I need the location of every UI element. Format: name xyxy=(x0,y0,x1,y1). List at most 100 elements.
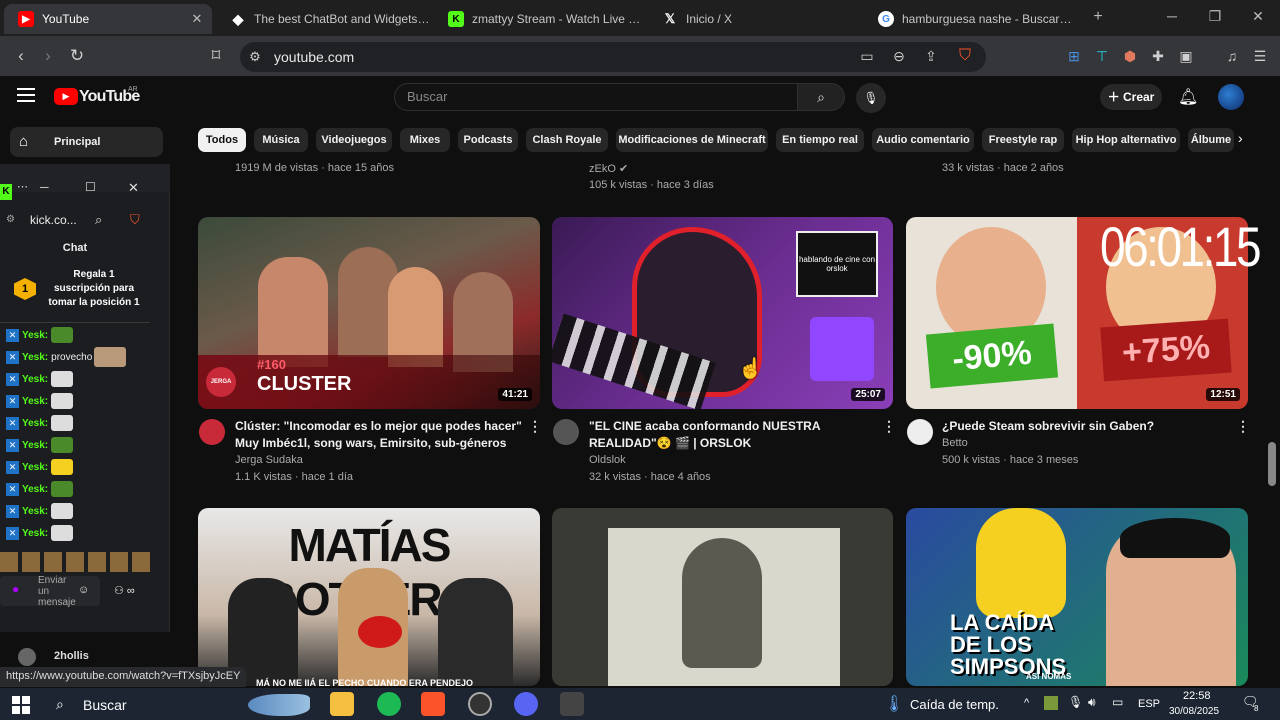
close-icon[interactable]: ✕ xyxy=(128,180,139,196)
video-thumbnail[interactable]: JERGA #160 CLUSTER 41:21 xyxy=(198,217,540,409)
cast-icon[interactable]: ▭ xyxy=(855,44,879,68)
emote-bar[interactable] xyxy=(0,552,150,572)
chip-freestyle-rap[interactable]: Freestyle rap xyxy=(982,128,1064,152)
app-icon[interactable] xyxy=(560,692,584,716)
chip-audio-comentario[interactable]: Audio comentario xyxy=(872,128,974,152)
maximize-icon[interactable]: ☐ xyxy=(85,180,96,194)
clock-date[interactable]: 30/08/2025 xyxy=(1169,706,1219,717)
tab-youtube[interactable]: ▶ YouTube ✕ xyxy=(4,4,212,34)
brave-icon[interactable] xyxy=(421,692,445,716)
search-icon[interactable]: ⌕ xyxy=(56,696,64,713)
taskbar-search-label[interactable]: Buscar xyxy=(83,697,127,713)
hamburger-icon[interactable] xyxy=(17,88,35,102)
video-thumbnail[interactable] xyxy=(552,508,893,686)
sidebar-icon[interactable]: ▣ xyxy=(1174,44,1198,68)
avatar[interactable] xyxy=(18,648,36,666)
scrollbar-thumb[interactable] xyxy=(1268,442,1276,486)
forward-icon[interactable]: › xyxy=(36,44,60,68)
chip-mixes[interactable]: Mixes xyxy=(400,128,450,152)
tab-x[interactable]: 𝕏 Inicio / X xyxy=(648,4,860,34)
chip-minecraft[interactable]: Modificaciones de Minecraft xyxy=(616,128,768,152)
video-thumbnail[interactable]: hablando de cine con orslok 25:07 xyxy=(552,217,893,409)
network-icon[interactable]: ▭ xyxy=(1112,695,1123,709)
tray-icon[interactable] xyxy=(1044,696,1058,710)
shark-decoration xyxy=(248,694,310,716)
minimize-icon[interactable]: ─ xyxy=(1162,8,1182,28)
more-options-icon[interactable]: ⋮ xyxy=(1236,418,1250,435)
settings-icon[interactable]: ⚇ ∞ xyxy=(114,584,135,597)
channel-avatar[interactable] xyxy=(907,419,933,445)
back-icon[interactable]: ‹ xyxy=(9,44,33,68)
chip-clash-royale[interactable]: Clash Royale xyxy=(526,128,608,152)
menu-icon[interactable]: ☰ xyxy=(1248,44,1272,68)
media-icon[interactable]: ♫ xyxy=(1220,44,1244,68)
volume-icon[interactable]: 🔊︎ xyxy=(1088,695,1096,710)
tab-kick[interactable]: K zmattyy Stream - Watch Live on K xyxy=(434,4,644,34)
tab-streamelements[interactable]: ◆ The best ChatBot and Widgets for xyxy=(216,4,430,34)
voice-search-button[interactable]: 🎙 xyxy=(856,83,886,113)
extension-icon[interactable]: ⊤ xyxy=(1090,44,1114,68)
windows-start-icon[interactable] xyxy=(12,696,30,714)
emoji-icon[interactable]: ☺ xyxy=(78,584,89,596)
weather-text[interactable]: Caída de temp. xyxy=(910,697,999,712)
close-icon[interactable]: ✕ xyxy=(188,11,206,27)
channel-avatar[interactable] xyxy=(199,419,225,445)
chevron-up-icon[interactable]: ^ xyxy=(1024,697,1029,709)
search-icon[interactable]: ⌕ xyxy=(95,212,102,228)
extensions-puzzle-icon[interactable]: ✚ xyxy=(1146,44,1170,68)
minimize-icon[interactable]: ─ xyxy=(40,180,49,194)
discord-icon[interactable] xyxy=(514,692,538,716)
channel-name[interactable]: zEkO ✔ xyxy=(589,162,628,175)
chevron-right-icon[interactable]: › xyxy=(1238,130,1243,146)
more-options-icon[interactable]: ⋮ xyxy=(882,418,896,435)
extension-icon[interactable]: ⬢ xyxy=(1118,44,1142,68)
video-thumbnail[interactable]: MATÍAS BOTTERO MÁ NO ME IIÁ EL PECHO CUA… xyxy=(198,508,540,686)
brave-shields-icon[interactable]: ⛉ xyxy=(130,212,140,228)
window-close-icon[interactable]: ✕ xyxy=(1248,8,1268,28)
language-indicator[interactable]: ESP xyxy=(1138,698,1160,710)
viewer-name[interactable]: 2hollis xyxy=(54,650,89,662)
create-button[interactable]: ＋ Crear xyxy=(1100,84,1162,110)
obs-icon[interactable] xyxy=(468,692,492,716)
brave-shields-icon[interactable]: ⛉ xyxy=(953,44,977,68)
microphone-icon[interactable]: ● xyxy=(12,582,19,596)
clock-time[interactable]: 22:58 xyxy=(1183,690,1211,702)
translate-icon[interactable]: ⊞ xyxy=(1062,44,1086,68)
reload-icon[interactable]: ↻ xyxy=(65,44,89,68)
chip-videojuegos[interactable]: Videojuegos xyxy=(316,128,392,152)
video-title[interactable]: "EL CINE acaba conformando NUESTRA REALID… xyxy=(589,418,821,452)
chip-podcasts[interactable]: Podcasts xyxy=(458,128,518,152)
gift-sub-prompt[interactable]: Regala 1 suscripción para tomar la posic… xyxy=(44,268,144,310)
channel-avatar[interactable] xyxy=(553,419,579,445)
bookmark-icon[interactable]: ⌑ xyxy=(204,44,228,68)
microphone-icon[interactable]: 🎙︎ xyxy=(1068,695,1083,709)
chip-hip-hop[interactable]: Hip Hop alternativo xyxy=(1072,128,1180,152)
video-title[interactable]: Clúster: "Incomodar es lo mejor que pode… xyxy=(235,418,522,452)
channel-name[interactable]: Oldslok xyxy=(589,454,626,466)
sidebar-item-principal[interactable]: ⌂ Principal xyxy=(10,127,163,157)
search-input[interactable]: Buscar xyxy=(394,83,798,111)
search-button[interactable]: ⌕ xyxy=(797,83,845,111)
more-options-icon[interactable]: ⋮ xyxy=(528,418,542,435)
channel-name[interactable]: Betto xyxy=(942,437,968,449)
chip-albumes[interactable]: Álbume xyxy=(1188,128,1234,152)
new-tab-button[interactable]: + xyxy=(1088,8,1108,28)
video-title[interactable]: ¿Puede Steam sobrevivir sin Gaben? xyxy=(942,418,1154,435)
chip-musica[interactable]: Música xyxy=(254,128,308,152)
tab-google[interactable]: G hamburguesa nashe - Buscar con xyxy=(864,4,1074,34)
youtube-logo-icon[interactable]: ▶ xyxy=(54,88,78,105)
share-icon[interactable]: ⇪ xyxy=(919,44,943,68)
site-settings-icon[interactable]: ⚙ xyxy=(243,45,267,69)
more-icon[interactable]: ⋯ xyxy=(17,180,28,193)
chip-tiempo-real[interactable]: En tiempo real xyxy=(776,128,864,152)
avatar[interactable] xyxy=(1218,84,1244,110)
restore-icon[interactable]: ❐ xyxy=(1205,8,1225,28)
file-explorer-icon[interactable] xyxy=(330,692,354,716)
chip-todos[interactable]: Todos xyxy=(198,128,246,152)
zoom-icon[interactable]: ⊖ xyxy=(887,44,911,68)
video-thumbnail[interactable]: LA CAÍDA DE LOS SIMPSONS ASÍ NOMÁS xyxy=(906,508,1248,686)
spotify-icon[interactable] xyxy=(377,692,401,716)
site-info-icon[interactable]: ⚙ xyxy=(6,214,15,225)
channel-name[interactable]: Jerga Sudaka xyxy=(235,454,303,466)
bell-icon[interactable]: 🔔︎ xyxy=(1178,87,1198,107)
